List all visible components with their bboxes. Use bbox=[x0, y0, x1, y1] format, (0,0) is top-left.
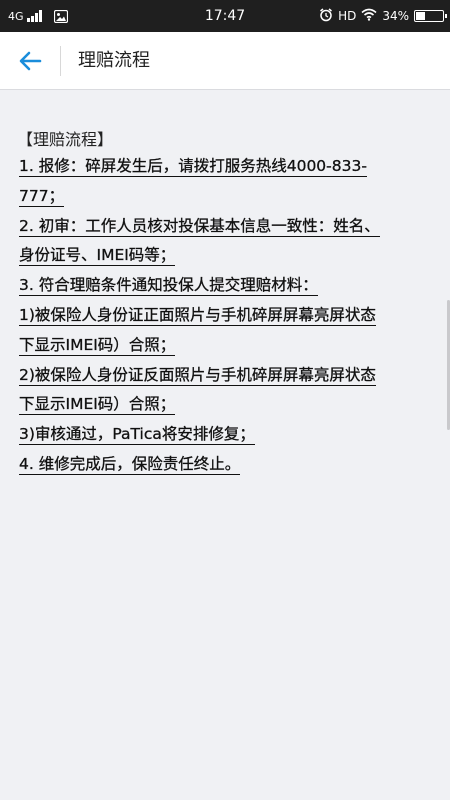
text-line: 1)被保险人身份证正面照片与手机碎屏屏幕亮屏状态 bbox=[19, 305, 376, 326]
battery-icon bbox=[414, 10, 447, 22]
text-line: 3. 符合理赔条件通知投保人提交理赔材料： bbox=[19, 276, 318, 297]
text-line: 4. 维修完成后，保险责任终止。 bbox=[19, 454, 241, 475]
text-line: 身份证号、IMEI码等； bbox=[19, 246, 176, 267]
text-line: 2. 初审：工作人员核对投保基本信息一致性：姓名、 bbox=[19, 216, 380, 237]
hd-label: HD bbox=[338, 9, 357, 23]
text-line: 2)被保险人身份证反面照片与手机碎屏屏幕亮屏状态 bbox=[19, 365, 376, 386]
page-title: 理赔流程 bbox=[78, 50, 150, 71]
text-line: 3)审核通过，PaTica将安排修复； bbox=[19, 425, 255, 446]
back-button[interactable] bbox=[8, 41, 52, 81]
text-line: 下显示IMEI码）合照； bbox=[19, 335, 176, 356]
text-line: 下显示IMEI码）合照； bbox=[19, 395, 176, 416]
header-divider bbox=[60, 46, 61, 76]
wifi-icon bbox=[361, 8, 377, 24]
battery-percent: 34% bbox=[382, 9, 409, 23]
back-arrow-icon bbox=[19, 51, 42, 71]
text-line: 777； bbox=[19, 186, 65, 207]
content-area[interactable]: 【理赔流程】 1. 报修：碎屏发生后，请拨打服务热线4000-833- 777；… bbox=[0, 90, 450, 800]
claim-process-text: 1. 报修：碎屏发生后，请拨打服务热线4000-833- 777； 2. 初审：… bbox=[19, 152, 434, 480]
battery-fill bbox=[416, 12, 425, 20]
status-bar: 4G 17:47 HD 34% bbox=[0, 0, 450, 32]
section-heading: 【理赔流程】 bbox=[17, 130, 114, 149]
status-right-group: HD 34% bbox=[319, 0, 447, 32]
text-line: 1. 报修：碎屏发生后，请拨打服务热线4000-833- bbox=[19, 157, 367, 177]
alarm-clock-icon bbox=[319, 7, 333, 25]
app-header: 理赔流程 bbox=[0, 32, 450, 90]
